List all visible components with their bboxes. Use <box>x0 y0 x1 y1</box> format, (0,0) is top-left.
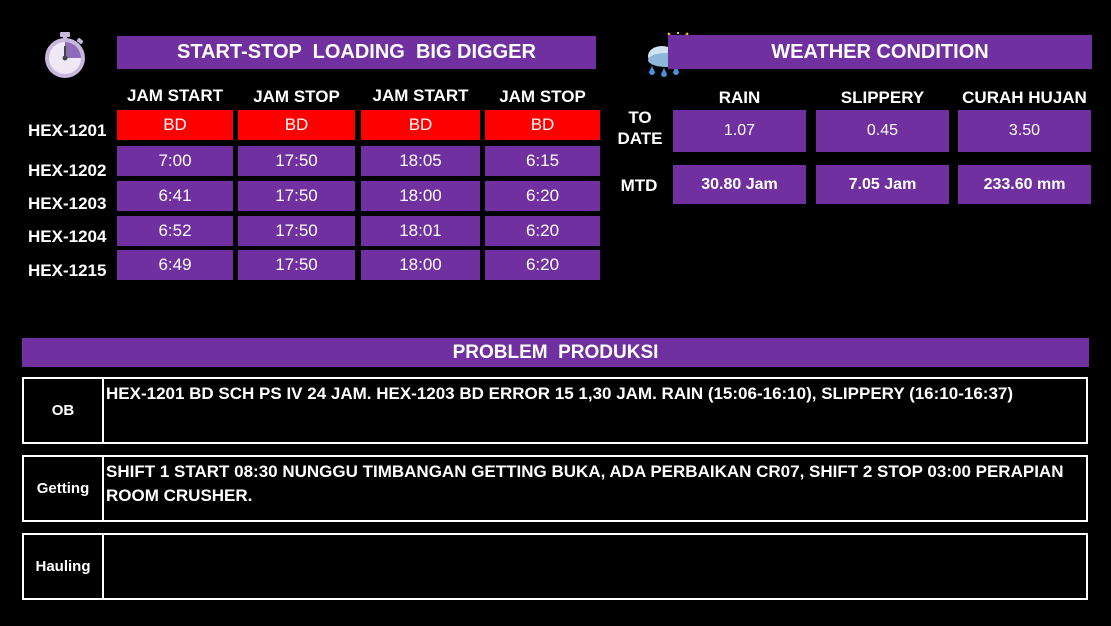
time-cell: 7:00 <box>117 146 233 176</box>
curah-hujan-mtd-value: 233.60 mm <box>958 165 1091 204</box>
loading-col-header: JAM START <box>372 86 469 105</box>
unit-label: HEX-1201 <box>28 121 107 140</box>
time-cell: 18:00 <box>361 250 480 280</box>
weather-col-header: SLIPPERY <box>840 88 925 107</box>
weather-col-header: CURAH HUJAN <box>962 88 1087 107</box>
time-cell: 18:01 <box>361 216 480 246</box>
problem-text: HEX-1201 BD SCH PS IV 24 JAM. HEX-1203 B… <box>106 384 1014 403</box>
problem-row-ob: OB HEX-1201 BD SCH PS IV 24 JAM. HEX-120… <box>22 377 1088 444</box>
curah-hujan-to-date-value: 3.50 <box>958 110 1091 152</box>
time-cell: 17:50 <box>238 250 355 280</box>
rain-mtd-value: 30.80 Jam <box>673 165 806 204</box>
time-cell: 6:41 <box>117 181 233 211</box>
time-cell: 18:05 <box>361 146 480 176</box>
time-cell: 6:20 <box>485 216 600 246</box>
loading-col-header: JAM START <box>126 86 223 105</box>
slippery-to-date-value: 0.45 <box>816 110 949 152</box>
time-cell: 17:50 <box>238 216 355 246</box>
time-cell: 6:20 <box>485 181 600 211</box>
unit-label: HEX-1203 <box>28 194 107 213</box>
problem-label: OB <box>24 379 104 442</box>
time-cell: BD <box>117 110 233 140</box>
problem-text: SHIFT 1 START 08:30 NUNGGU TIMBANGAN GET… <box>106 462 1064 505</box>
time-cell: 17:50 <box>238 181 355 211</box>
time-cell: 6:20 <box>485 250 600 280</box>
time-cell: 17:50 <box>238 146 355 176</box>
loading-col-header: JAM STOP <box>253 87 340 106</box>
problem-row-hauling: Hauling <box>22 533 1088 600</box>
stopwatch-icon <box>40 30 90 80</box>
loading-col-header: JAM STOP <box>499 87 586 106</box>
problem-title: PROBLEM PRODUKSI <box>22 338 1089 367</box>
slippery-mtd-value: 7.05 Jam <box>816 165 949 204</box>
time-cell: BD <box>361 110 480 140</box>
time-cell: 6:49 <box>117 250 233 280</box>
unit-label: HEX-1202 <box>28 161 107 180</box>
time-cell: 6:52 <box>117 216 233 246</box>
unit-label: HEX-1204 <box>28 227 107 246</box>
rain-to-date-value: 1.07 <box>673 110 806 152</box>
time-cell: BD <box>485 110 600 140</box>
weather-title: WEATHER CONDITION <box>668 35 1092 69</box>
problem-label: Hauling <box>24 535 104 598</box>
unit-label: HEX-1215 <box>28 261 107 280</box>
loading-title: START-STOP LOADING BIG DIGGER <box>117 36 596 69</box>
time-cell: BD <box>238 110 355 140</box>
time-cell: 6:15 <box>485 146 600 176</box>
to-date-label: TO DATE <box>617 108 663 148</box>
time-cell: 18:00 <box>361 181 480 211</box>
weather-col-header: RAIN <box>718 88 761 107</box>
mtd-label: MTD <box>620 176 658 195</box>
problem-row-getting: Getting SHIFT 1 START 08:30 NUNGGU TIMBA… <box>22 455 1088 522</box>
problem-label: Getting <box>24 457 104 520</box>
